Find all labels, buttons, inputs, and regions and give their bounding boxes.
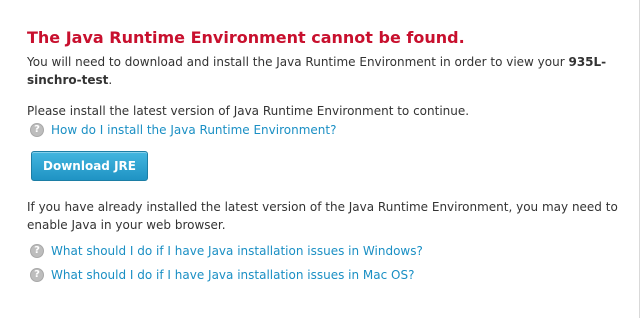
question-circle-icon: ?: [30, 268, 44, 282]
page: The Java Runtime Environment cannot be f…: [0, 0, 640, 318]
install-prompt: Please install the latest version of Jav…: [27, 104, 470, 118]
intro-text-after: .: [108, 73, 113, 87]
page-title: The Java Runtime Environment cannot be f…: [27, 28, 465, 47]
help-link-macos-label[interactable]: What should I do if I have Java installa…: [51, 268, 414, 282]
help-link-install[interactable]: ? How do I install the Java Runtime Envi…: [30, 121, 632, 139]
intro-text: You will need to download and install th…: [27, 53, 627, 89]
download-jre-button[interactable]: Download JRE: [31, 151, 148, 181]
intro-text-before: You will need to download and install th…: [27, 55, 569, 69]
help-link-install-label[interactable]: How do I install the Java Runtime Enviro…: [51, 123, 336, 137]
jre-missing-panel: The Java Runtime Environment cannot be f…: [27, 28, 632, 284]
help-link-macos[interactable]: ? What should I do if I have Java instal…: [30, 266, 632, 284]
question-circle-icon: ?: [30, 244, 44, 258]
help-link-windows[interactable]: ? What should I do if I have Java instal…: [30, 242, 632, 260]
help-link-windows-label[interactable]: What should I do if I have Java installa…: [51, 244, 423, 258]
question-circle-icon: ?: [30, 123, 44, 137]
already-installed-text: If you have already installed the latest…: [27, 200, 618, 232]
